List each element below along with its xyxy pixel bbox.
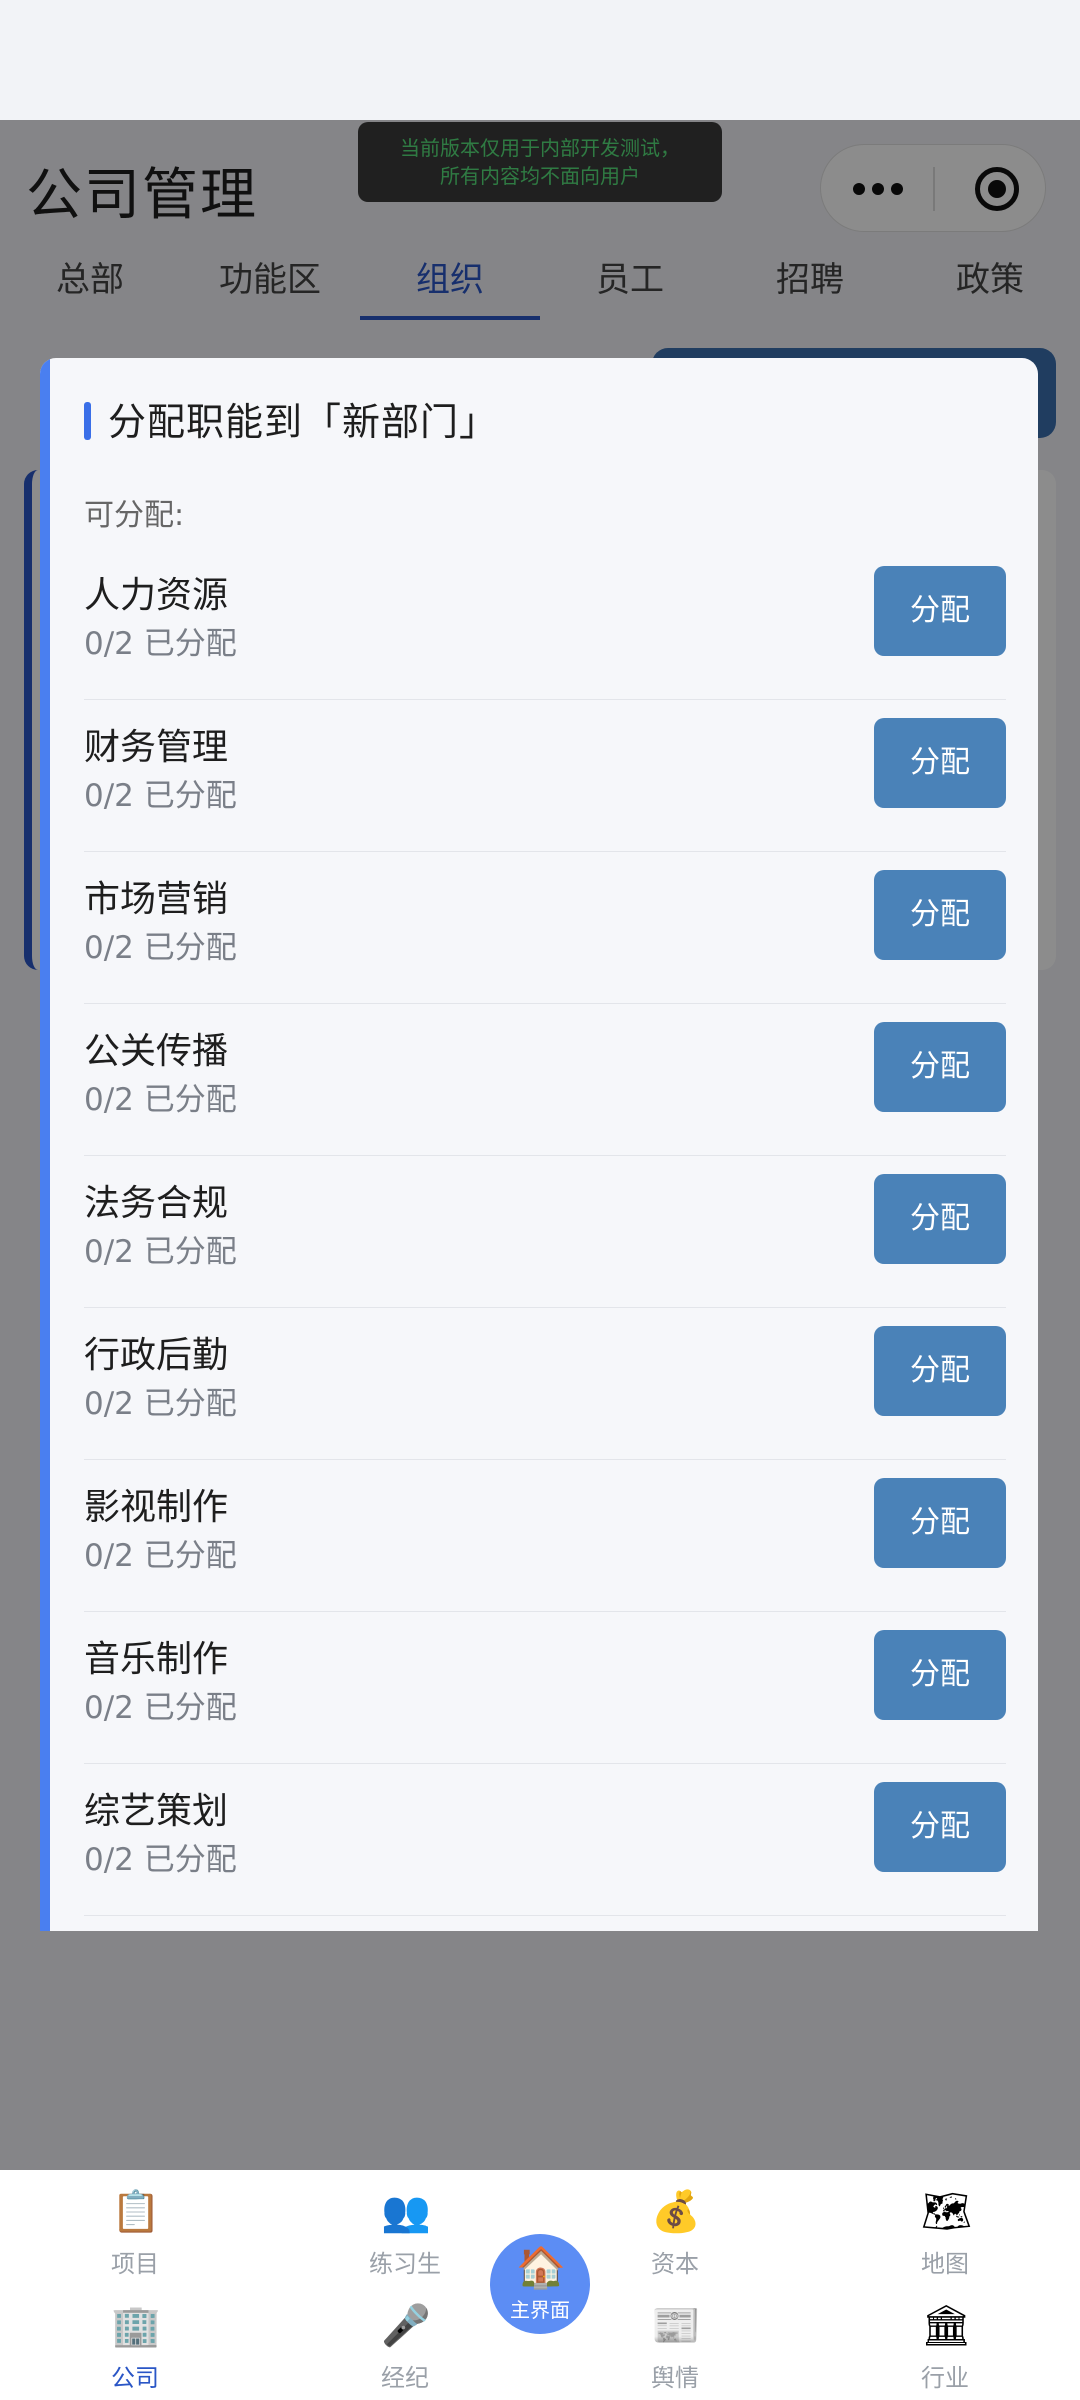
assign-button[interactable]: 分配 [874, 718, 1006, 808]
office-building-icon: 🏢 [111, 2303, 161, 2349]
function-assigned-count: 0/2 已分配 [84, 778, 237, 814]
nav-label: 练习生 [369, 2250, 441, 2278]
function-name: 音乐制作 [84, 1639, 229, 1680]
function-assigned-count: 0/2 已分配 [84, 930, 237, 966]
function-row: 人力资源 0/2 已分配 分配 [84, 548, 1006, 700]
modal-header: 分配职能到「新部门」 [84, 394, 984, 450]
function-row: 财务管理 0/2 已分配 分配 [84, 700, 1006, 852]
app-root: 公司管理 当前版本仅用于内部开发测试， 所有内容均不面向用户 总部 功能区 组织… [0, 0, 1080, 2400]
function-row: 影视制作 0/2 已分配 分配 [84, 1460, 1006, 1612]
clipboard-icon: 📋 [111, 2189, 161, 2235]
nav-label: 公司 [111, 2364, 159, 2392]
nav-label: 经纪 [381, 2364, 429, 2392]
function-assigned-count: 0/2 已分配 [84, 1082, 237, 1118]
nav-projects[interactable]: 📋 项目 [35, 2188, 235, 2279]
function-assigned-count: 0/2 已分配 [84, 1842, 237, 1878]
function-row: 公关传播 0/2 已分配 分配 [84, 1004, 1006, 1156]
title-accent-bar [84, 402, 91, 440]
assign-button[interactable]: 分配 [874, 870, 1006, 960]
function-name: 行政后勤 [84, 1335, 229, 1376]
nav-capital[interactable]: 💰 资本 [575, 2188, 775, 2279]
home-label: 主界面 [510, 2298, 570, 2322]
assign-function-modal: 分配职能到「新部门」 可分配: 人力资源 0/2 已分配 分配 财务管理 0/2… [40, 358, 1038, 1931]
nav-company[interactable]: 🏢 公司 [35, 2302, 235, 2393]
function-assigned-count: 0/2 已分配 [84, 1538, 237, 1574]
function-assigned-count: 0/2 已分配 [84, 1690, 237, 1726]
function-name: 综艺策划 [84, 1791, 229, 1832]
function-name: 财务管理 [84, 727, 229, 768]
bottom-navigation: 📋 项目 👥 练习生 💰 资本 🗺 地图 🏢 公司 🎤 经纪 📰 舆情 🏛 行业… [0, 2170, 1080, 2400]
modal-title: 分配职能到「新部门」 [108, 400, 499, 444]
nav-label: 资本 [651, 2250, 699, 2278]
house-icon: 🏠 [516, 2245, 566, 2291]
modal-accent-bar [40, 358, 50, 1931]
function-assigned-count: 0/2 已分配 [84, 626, 237, 662]
nav-industry[interactable]: 🏛 行业 [845, 2302, 1045, 2393]
function-name: 法务合规 [84, 1183, 229, 1224]
nav-agency[interactable]: 🎤 经纪 [305, 2302, 505, 2393]
assign-button[interactable]: 分配 [874, 1478, 1006, 1568]
nav-map[interactable]: 🗺 地图 [845, 2188, 1045, 2279]
available-label: 可分配: [84, 498, 185, 533]
home-button[interactable]: 🏠 主界面 [490, 2234, 590, 2334]
nav-trainees[interactable]: 👥 练习生 [305, 2188, 505, 2279]
status-bar [0, 0, 1080, 120]
trainee-icon: 👥 [381, 2189, 431, 2235]
nav-label: 舆情 [651, 2364, 699, 2392]
function-name: 人力资源 [84, 575, 229, 616]
assign-button[interactable]: 分配 [874, 1022, 1006, 1112]
nav-public-opinion[interactable]: 📰 舆情 [575, 2302, 775, 2393]
function-row: 法务合规 0/2 已分配 分配 [84, 1156, 1006, 1308]
nav-label: 地图 [921, 2250, 969, 2278]
bank-icon: 🏛 [921, 2303, 972, 2349]
function-name: 公关传播 [84, 1031, 229, 1072]
money-bag-icon: 💰 [651, 2189, 701, 2235]
assign-button[interactable]: 分配 [874, 1782, 1006, 1872]
function-row: 市场营销 0/2 已分配 分配 [84, 852, 1006, 1004]
assign-button[interactable]: 分配 [874, 1326, 1006, 1416]
nav-label: 行业 [921, 2364, 969, 2392]
assign-button[interactable]: 分配 [874, 1630, 1006, 1720]
function-assigned-count: 0/2 已分配 [84, 1234, 237, 1270]
map-icon: 🗺 [921, 2189, 972, 2235]
function-name: 市场营销 [84, 879, 229, 920]
function-row: 综艺策划 0/2 已分配 分配 [84, 1764, 1006, 1916]
function-name: 影视制作 [84, 1487, 229, 1528]
microphone-icon: 🎤 [381, 2303, 431, 2349]
nav-label: 项目 [111, 2250, 159, 2278]
function-row: 行政后勤 0/2 已分配 分配 [84, 1308, 1006, 1460]
function-assigned-count: 0/2 已分配 [84, 1386, 237, 1422]
assign-button[interactable]: 分配 [874, 566, 1006, 656]
assign-button[interactable]: 分配 [874, 1174, 1006, 1264]
newspaper-icon: 📰 [651, 2303, 701, 2349]
function-row: 音乐制作 0/2 已分配 分配 [84, 1612, 1006, 1764]
